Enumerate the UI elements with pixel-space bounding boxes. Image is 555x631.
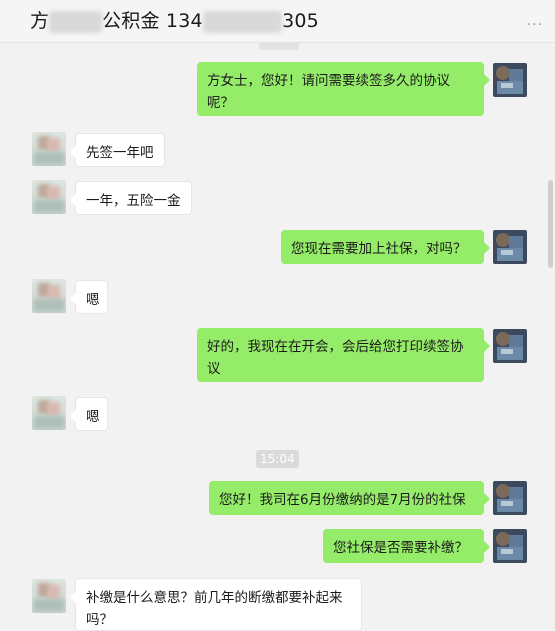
my-avatar[interactable] [493, 230, 527, 264]
chat-scrollbar[interactable] [548, 180, 553, 268]
message-bubble-received[interactable]: 补缴是什么意思？前几年的断缴都要补起来吗？ [70, 578, 362, 631]
message-bubble-sent[interactable]: 好的，我现在在开会，会后给您打印续签协议 [197, 328, 490, 382]
chat-title: 方XXXX公积金 134XXXXXX305 [30, 6, 319, 33]
my-avatar[interactable] [493, 329, 527, 363]
chat-title-part3: 305 [282, 10, 319, 32]
redacted-phone: XXXXXX [202, 10, 283, 33]
more-options-icon[interactable]: ··· [527, 17, 543, 33]
message-bubble-sent[interactable]: 方女士，您好！请问需要续签多久的协议呢？ [197, 62, 490, 116]
message-bubble-received[interactable]: 先签一年吧 [70, 133, 165, 167]
message-timestamp: 15:04 [256, 450, 299, 468]
my-avatar[interactable] [493, 63, 527, 97]
chat-title-part2: 公积金 134 [102, 10, 203, 32]
contact-avatar[interactable] [32, 180, 66, 214]
my-avatar[interactable] [493, 481, 527, 515]
chat-title-part1: 方 [30, 10, 50, 32]
message-bubble-received[interactable]: 嗯 [70, 397, 108, 431]
message-bubble-sent[interactable]: 您社保是否需要补缴？ [323, 529, 490, 563]
load-more-tab[interactable] [259, 42, 299, 50]
message-bubble-received[interactable]: 一年，五险一金 [70, 181, 192, 215]
message-bubble-sent[interactable]: 您好！我司在6月份缴纳的是7月份的社保 [209, 481, 490, 515]
message-bubble-received[interactable]: 嗯 [70, 280, 108, 314]
chat-header: 方XXXX公积金 134XXXXXX305 ··· [0, 0, 555, 43]
message-bubble-sent[interactable]: 您现在需要加上社保，对吗？ [281, 230, 490, 264]
contact-avatar[interactable] [32, 396, 66, 430]
contact-avatar[interactable] [32, 279, 66, 313]
my-avatar[interactable] [493, 529, 527, 563]
redacted-name: XXXX [49, 10, 103, 33]
contact-avatar[interactable] [32, 132, 66, 166]
contact-avatar[interactable] [32, 579, 66, 613]
